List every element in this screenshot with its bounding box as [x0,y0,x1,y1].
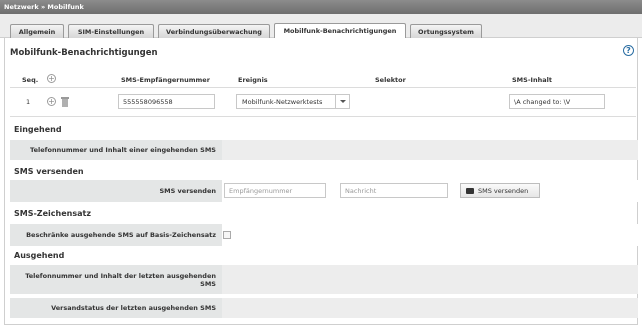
breadcrumb: Netzwerk » Mobilfunk [0,0,642,14]
charset-checkbox[interactable] [223,231,231,239]
section-charset-title: SMS-Zeichensatz [14,209,91,218]
message-icon [466,187,474,194]
tab-sim-einstellungen[interactable]: SIM-Einstellungen [68,24,154,38]
last-outgoing-value [222,265,638,294]
column-header-event: Ereignis [238,76,268,84]
tab-verbindungsueberwachung[interactable]: Verbindungsüberwachung [158,24,270,38]
tab-bar: Allgemein SIM-Einstellungen Verbindungsü… [0,14,642,38]
tab-allgemein[interactable]: Allgemein [10,24,64,38]
last-outgoing-label: Telefonnummer und Inhalt der letzten aus… [10,265,220,294]
section-send-title: SMS versenden [14,167,84,176]
last-outgoing-row: Telefonnummer und Inhalt der letzten aus… [10,265,638,294]
incoming-sms-value [222,140,638,160]
column-header-seq: Seq. [22,76,39,84]
outgoing-status-label: Versandstatus der letzten ausgehenden SM… [10,298,220,318]
event-select[interactable]: Mobilfunk-Netzwerktests [236,94,350,109]
tab-ortungssystem[interactable]: Ortungssystem [410,24,482,38]
section-incoming-title: Eingehend [14,125,62,134]
sms-content-input[interactable]: \A changed to: \V [509,94,605,109]
tab-mobilfunk-benachrichtigungen[interactable]: Mobilfunk-Benachrichtigungen [274,23,406,38]
column-header-sms-content: SMS-Inhalt [512,76,552,84]
column-header-selector: Selektor [375,76,406,84]
help-icon[interactable]: ? [623,45,634,56]
sms-recipient-input[interactable]: 555558096558 [118,94,215,109]
row-seq-number: 1 [26,98,31,106]
header-divider [10,87,636,88]
recipient-number-input[interactable]: Empfängernummer [224,183,326,198]
message-input[interactable]: Nachricht [340,183,448,198]
page-title: Mobilfunk-Benachrichtigungen [10,48,158,58]
section-outgoing-title: Ausgehend [14,251,65,260]
send-sms-label: SMS versenden [10,180,220,202]
send-sms-button[interactable]: SMS versenden [460,183,540,198]
insert-row-icon[interactable]: + [47,97,56,106]
column-header-recipient: SMS-Empfängernummer [121,76,210,84]
row-divider [10,116,636,117]
charset-value [222,224,638,246]
incoming-sms-label: Telefonnummer und Inhalt einer eingehend… [10,140,220,160]
charset-row: Beschränke ausgehende SMS auf Basis-Zeic… [10,224,638,246]
charset-label: Beschränke ausgehende SMS auf Basis-Zeic… [10,224,220,246]
event-select-value: Mobilfunk-Netzwerktests [242,97,323,106]
outgoing-status-value [222,298,638,318]
outgoing-status-row: Versandstatus der letzten ausgehenden SM… [10,298,638,318]
send-sms-button-label: SMS versenden [478,186,529,195]
trash-icon[interactable] [61,97,69,107]
chevron-down-icon[interactable] [335,95,349,108]
add-row-icon[interactable]: + [47,74,56,83]
incoming-sms-row: Telefonnummer und Inhalt einer eingehend… [10,140,638,160]
